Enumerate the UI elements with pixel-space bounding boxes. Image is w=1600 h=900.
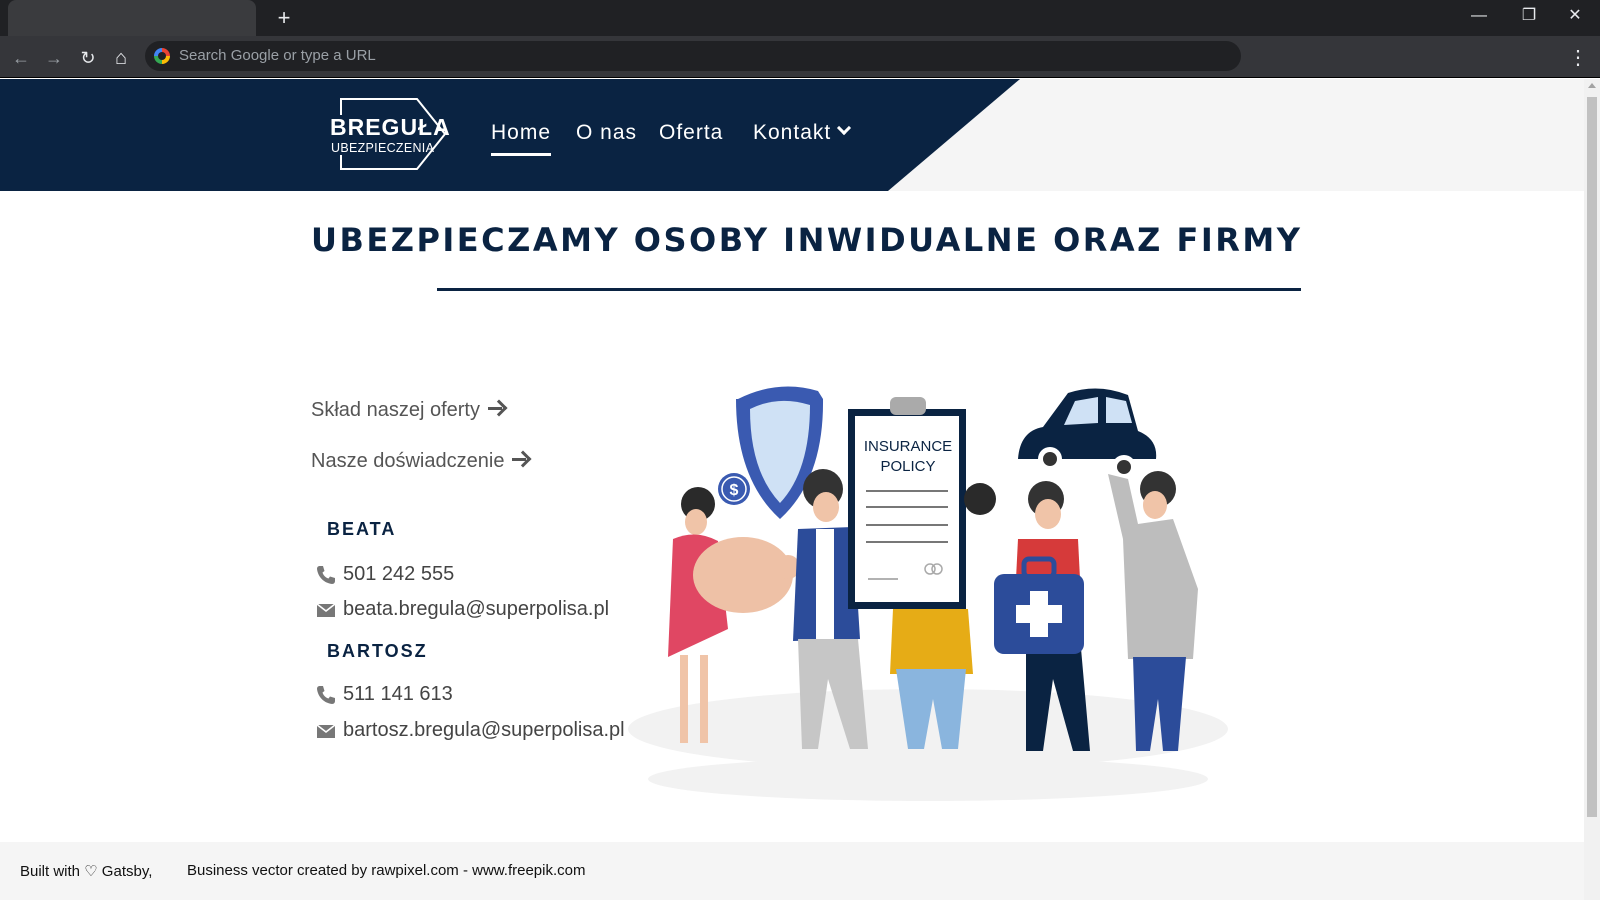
policy-text-line2: POLICY	[880, 458, 935, 475]
phone-icon	[317, 686, 335, 704]
nav-oferta[interactable]: Oferta	[659, 121, 723, 153]
address-placeholder: Search Google or type a URL	[179, 47, 376, 64]
back-icon[interactable]: ←	[7, 44, 35, 72]
home-icon[interactable]: ⌂	[107, 44, 135, 72]
forward-icon[interactable]: →	[40, 44, 68, 72]
site-footer: Built with ♡ Gatsby, Business vector cre…	[0, 842, 1584, 900]
browser-tab[interactable]	[8, 0, 256, 36]
browser-tabstrip: + — ❐ ✕	[0, 0, 1600, 36]
address-bar[interactable]: Search Google or type a URL	[145, 41, 1241, 71]
logo-subtitle: UBEZPIECZENIA	[331, 141, 435, 155]
contact-email-text: bartosz.bregula@superpolisa.pl	[343, 719, 625, 741]
headline-underline	[437, 288, 1301, 291]
link-sklad-oferty[interactable]: Skład naszej oferty	[311, 399, 506, 422]
arrow-right-icon	[487, 401, 506, 417]
browser-menu-icon[interactable]: ⋮	[1568, 44, 1588, 72]
page: BREGUŁA UBEZPIECZENIA Home O nas Oferta …	[0, 79, 1584, 900]
nav-o-nas-label: O nas	[576, 121, 638, 144]
nav-kontakt[interactable]: Kontakt	[753, 120, 852, 153]
scrollbar-thumb[interactable]	[1587, 97, 1597, 817]
insurance-illustration: $ INSURANCE POLICY	[628, 386, 1228, 801]
restore-icon[interactable]: ❐	[1506, 0, 1552, 32]
link-doswiadczenie-label: Nasze doświadczenie	[311, 450, 505, 472]
page-scrollbar[interactable]	[1584, 79, 1600, 900]
mail-icon	[316, 603, 336, 617]
reload-icon[interactable]: ↻	[74, 44, 102, 72]
browser-toolbar: ← → ↻ ⌂ Search Google or type a URL ⋮	[0, 36, 1600, 78]
contact-email-text: beata.bregula@superpolisa.pl	[343, 598, 610, 620]
policy-text-line1: INSURANCE	[864, 438, 952, 455]
footer-credit-link[interactable]: Business vector created by rawpixel.com …	[187, 862, 585, 879]
nav-home[interactable]: Home	[491, 121, 552, 156]
page-headline: UBEZPIECZAMY OSOBY INWIDUALNE ORAZ FIRMY	[311, 221, 1303, 259]
link-doswiadczenie[interactable]: Nasze doświadczenie	[311, 450, 530, 473]
contact-name-beata: BEATA	[327, 519, 397, 539]
site-logo[interactable]: BREGUŁA UBEZPIECZENIA	[325, 97, 455, 171]
coin-dollar-symbol: $	[730, 482, 739, 499]
chevron-down-icon	[837, 120, 852, 136]
close-icon[interactable]: ✕	[1552, 0, 1598, 32]
link-sklad-oferty-label: Skład naszej oferty	[311, 399, 480, 421]
mail-icon	[316, 724, 336, 738]
contact-phone-text: 511 141 613	[343, 683, 453, 705]
phone-icon	[317, 566, 335, 584]
nav-o-nas[interactable]: O nas	[576, 121, 637, 153]
scroll-up-icon[interactable]	[1588, 83, 1596, 88]
new-tab-button[interactable]: +	[272, 6, 296, 30]
nav-oferta-label: Oferta	[659, 121, 724, 144]
site-header: BREGUŁA UBEZPIECZENIA Home O nas Oferta …	[0, 79, 1584, 191]
nav-home-label: Home	[491, 121, 552, 144]
arrow-right-icon	[512, 452, 530, 468]
google-icon	[154, 48, 170, 64]
logo-title: BREGUŁA	[330, 114, 451, 140]
contact-name-bartosz: BARTOSZ	[327, 641, 428, 661]
nav-kontakt-label: Kontakt	[753, 121, 832, 144]
footer-built-with: Built with ♡ Gatsby,	[20, 863, 153, 880]
contact-phone-text: 501 242 555	[343, 563, 455, 585]
minimize-icon[interactable]: —	[1456, 0, 1502, 32]
